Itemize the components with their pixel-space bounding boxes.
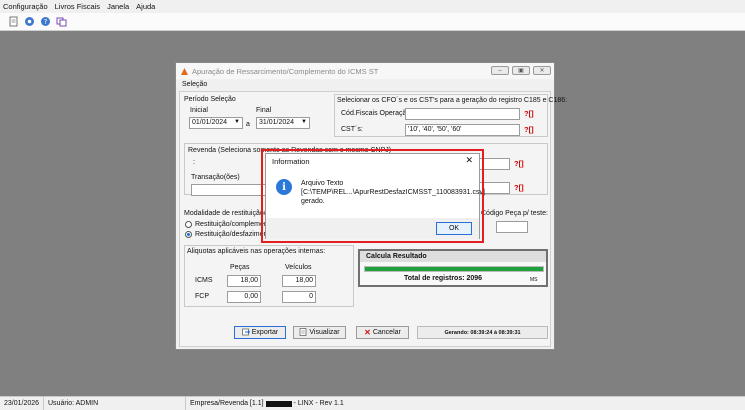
maximize-button[interactable]: ▣ <box>512 66 530 75</box>
close-icon: ✕ <box>539 68 545 74</box>
status-version: - LINX - Rev 1.1 <box>293 400 344 407</box>
icms-label: ICMS <box>195 277 213 284</box>
data-final-combo[interactable]: 31/01/2024 ▼ <box>256 117 310 129</box>
menu-configuracao[interactable]: Configuração <box>3 2 48 11</box>
transacao-lookup-button[interactable]: ?[] <box>514 183 524 192</box>
periodo-label: Período Seleção <box>184 96 236 103</box>
help-icon[interactable]: ? <box>40 16 51 27</box>
gerando-status: Gerando: 08:39:24 à 08:39:31 <box>417 326 548 339</box>
cancelar-button[interactable]: ✕ Cancelar <box>356 326 409 339</box>
status-user: Usuário: ADMIN <box>44 397 186 410</box>
menu-janela[interactable]: Janela <box>107 2 129 11</box>
cod-fiscais-label: Cód.Fiscais Operação: <box>341 110 413 117</box>
data-inicial-combo[interactable]: 01/01/2024 ▼ <box>189 117 243 129</box>
cod-fiscais-input[interactable] <box>405 108 520 120</box>
exportar-label: Exportar <box>251 329 279 336</box>
revenda-colon: : <box>193 159 195 166</box>
progress-fill <box>365 267 543 271</box>
cst-input[interactable]: '10', '40', '50', '60' <box>405 124 520 136</box>
highlight-box <box>261 149 484 243</box>
calcula-resultado-panel: Calcula Resultado Total de registros: 20… <box>358 249 548 287</box>
aliquotas-group: Aliquotas aplicáveis nas operações inter… <box>184 245 354 307</box>
status-empresa: Empresa/Revenda [1.1] <box>190 400 264 407</box>
status-bar: 23/01/2026 Usuário: ADMIN Empresa/Revend… <box>0 396 745 410</box>
chevron-down-icon: ▼ <box>301 119 307 125</box>
codigo-peca-input[interactable] <box>496 221 528 233</box>
aliquotas-label: Aliquotas aplicáveis nas operações inter… <box>187 248 326 255</box>
a-label: a <box>246 121 250 128</box>
status-company: Empresa/Revenda [1.1] - LINX - Rev 1.1 <box>186 397 348 410</box>
data-inicial-value: 01/01/2024 <box>192 119 228 126</box>
minimize-button[interactable]: ‒ <box>491 66 509 75</box>
pecas-header: Peças <box>230 264 250 271</box>
redacted-block <box>265 400 292 407</box>
restore-icon: ▣ <box>518 68 524 74</box>
cfo-group: Selecionar os CFO´s e os CST's para a ge… <box>334 94 567 137</box>
menu-ajuda[interactable]: Ajuda <box>136 2 155 11</box>
gear-icon[interactable] <box>24 16 35 27</box>
menu-bar: Configuração Livros Fiscais Janela Ajuda <box>0 0 745 13</box>
icms-veiculos-input[interactable]: 18,00 <box>282 275 316 287</box>
fcp-veiculos-input[interactable]: 0 <box>282 291 316 303</box>
icms-pecas-input[interactable]: 18,00 <box>227 275 261 287</box>
restituicao-complemento-radio[interactable] <box>185 221 192 228</box>
cst-label: CST´s: <box>341 126 363 133</box>
cst-lookup-button[interactable]: ?[] <box>524 125 534 134</box>
veiculos-header: Veículos <box>285 264 312 271</box>
cancel-icon: ✕ <box>364 328 371 337</box>
inicial-label: Inicial <box>190 107 208 114</box>
minimize-icon: ‒ <box>498 67 502 74</box>
cancelar-label: Cancelar <box>372 329 401 336</box>
chevron-down-icon: ▼ <box>234 119 240 125</box>
transacao-label: Transação(ões) <box>191 174 240 181</box>
status-date: 23/01/2026 <box>0 397 44 410</box>
calcula-resultado-title: Calcula Resultado <box>360 251 546 262</box>
toolbar: ? <box>0 13 745 31</box>
restituicao-desfazimento-radio[interactable] <box>185 231 192 238</box>
progress-bar <box>364 266 544 272</box>
total-registros: Total de registros: 2096 <box>404 275 483 282</box>
app-logo-icon <box>180 67 189 76</box>
visualizar-label: Visualizar <box>309 329 340 336</box>
data-final-value: 31/01/2024 <box>259 119 295 126</box>
unit-label: MS <box>530 277 538 283</box>
fcp-pecas-input[interactable]: 0,00 <box>227 291 261 303</box>
cfo-group-label: Selecionar os CFO´s e os CST's para a ge… <box>337 97 568 104</box>
menu-livros-fiscais[interactable]: Livros Fiscais <box>55 2 100 11</box>
window-icon[interactable] <box>56 16 67 27</box>
document-icon <box>299 327 307 338</box>
tab-selecao[interactable]: Seleção <box>182 81 207 88</box>
window-title: Apuração de Ressarcimento/Complemento do… <box>192 66 379 76</box>
document-icon[interactable] <box>8 16 19 27</box>
close-window-button[interactable]: ✕ <box>533 66 551 75</box>
revenda-lookup-button[interactable]: ?[] <box>514 159 524 168</box>
codigo-peca-label: Código Peça p/ teste: <box>481 210 548 217</box>
exportar-button[interactable]: Exportar <box>234 326 286 339</box>
export-icon <box>241 328 250 338</box>
visualizar-button[interactable]: Visualizar <box>293 326 346 339</box>
fcp-label: FCP <box>195 293 209 300</box>
svg-text:?: ? <box>44 18 48 26</box>
final-label: Final <box>256 107 272 114</box>
cod-fiscais-lookup-button[interactable]: ?[] <box>524 109 534 118</box>
